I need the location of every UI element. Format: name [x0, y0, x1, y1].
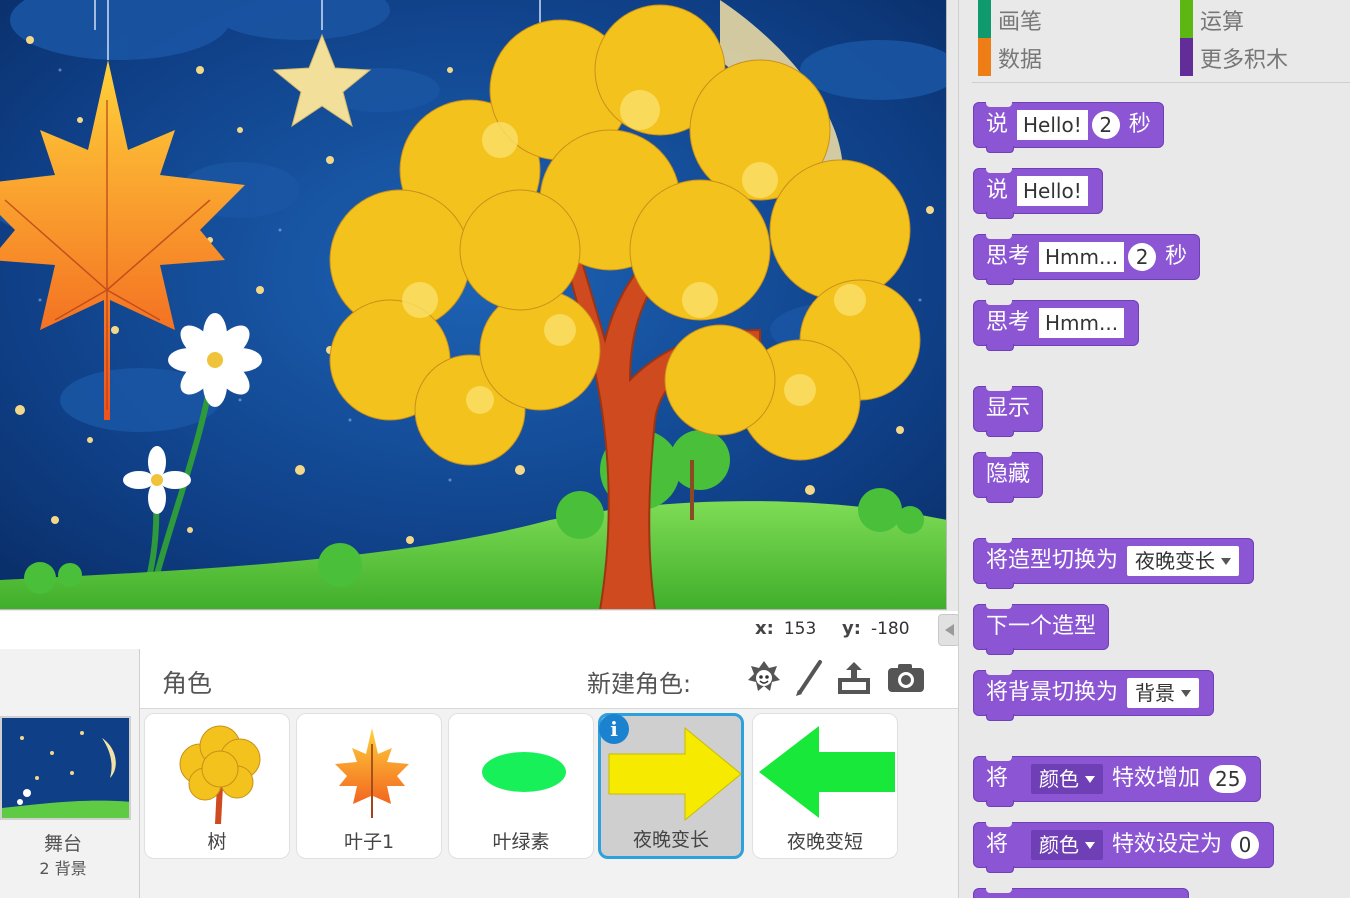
effect-dropdown[interactable]: 颜色: [1031, 764, 1104, 794]
backdrop-dropdown[interactable]: 背景: [1127, 678, 1200, 708]
sprite-name: 夜晚变短: [786, 831, 863, 853]
block-set-effect[interactable]: 将 颜色 特效设定为 0: [973, 822, 1275, 873]
sprites-title: 角色: [162, 669, 213, 698]
tree-sprite-thumbnail: [179, 725, 261, 824]
category-data[interactable]: 数据: [978, 38, 1043, 76]
sprite-name: 叶子1: [343, 831, 395, 853]
number-input[interactable]: 0: [1231, 831, 1260, 859]
category-label: 运算: [1200, 10, 1245, 35]
mouse-x-value: 153: [783, 619, 817, 639]
sprite-name: 夜晚变长: [632, 829, 709, 851]
mouse-x-label: x:: [755, 618, 774, 639]
block-say[interactable]: 说 Hello!: [973, 168, 1103, 219]
costume-dropdown[interactable]: 夜晚变长: [1127, 546, 1240, 576]
camera-icon[interactable]: [886, 658, 926, 698]
category-swatch: [978, 38, 991, 76]
block-change-effect[interactable]: 将 颜色 特效增加 25: [973, 756, 1262, 807]
collapse-palette-button[interactable]: [938, 614, 960, 646]
text-input[interactable]: Hello!: [1017, 176, 1088, 206]
number-input[interactable]: 2: [1128, 243, 1157, 271]
category-swatch: [1180, 38, 1193, 76]
block-text: 将背景切换为: [986, 680, 1119, 705]
category-label: 数据: [998, 48, 1043, 73]
sprite-card-chlorophyll[interactable]: 叶绿素: [448, 713, 594, 859]
block-text: 特效增加: [1112, 766, 1201, 791]
category-operators[interactable]: 运算: [1180, 0, 1245, 38]
sprite-info-icon[interactable]: i: [599, 714, 629, 744]
stage-backdrop-count: 2 背景: [39, 859, 87, 878]
category-swatch: [978, 0, 991, 38]
mouse-y-label: y:: [842, 618, 861, 639]
block-text: 秒: [1128, 112, 1151, 137]
category-label: 更多积木: [1200, 48, 1289, 73]
sprite-library-icon[interactable]: [744, 658, 784, 698]
stage-backdrop-scene: [0, 0, 946, 609]
block-text: 隐藏: [986, 462, 1031, 487]
text-input[interactable]: Hmm...: [1039, 242, 1125, 272]
block-text: 说: [986, 178, 1009, 203]
category-more-blocks[interactable]: 更多积木: [1180, 38, 1289, 76]
sprite-card-tree[interactable]: 树: [144, 713, 290, 859]
paint-brush-icon[interactable]: [790, 658, 830, 698]
block-text: 显示: [986, 396, 1031, 421]
block-text: 将: [986, 832, 1009, 857]
stage-label: 舞台: [43, 833, 82, 855]
upload-icon[interactable]: [834, 658, 874, 698]
mouse-y-value: -180: [870, 619, 910, 639]
maple-leaf-sprite-thumbnail: [335, 728, 409, 818]
block-hide[interactable]: 隐藏: [973, 452, 1044, 503]
sprite-card-leaf[interactable]: 叶子1: [296, 713, 442, 859]
category-pen[interactable]: 画笔: [978, 0, 1043, 38]
block-text: 特效设定为: [1112, 832, 1223, 857]
block-text: 说: [986, 112, 1009, 137]
sprite-card-night-longer[interactable]: i 夜晚变长: [598, 713, 744, 859]
text-input[interactable]: Hello!: [1017, 110, 1088, 140]
block-text: 秒: [1165, 244, 1188, 269]
block-text: 将: [986, 766, 1009, 791]
green-left-arrow-thumbnail: [759, 726, 895, 818]
category-swatch: [1180, 0, 1193, 38]
sprite-name: 叶绿素: [492, 831, 550, 853]
stage-canvas[interactable]: [0, 0, 947, 610]
text-input[interactable]: Hmm...: [1039, 308, 1125, 338]
block-text: 将造型切换为: [986, 548, 1119, 573]
block-text: 思考: [986, 310, 1031, 335]
mouse-x-readout: x: 153: [755, 618, 816, 639]
sprite-name: 树: [207, 831, 227, 853]
block-partial-next[interactable]: [973, 888, 1189, 898]
block-text: 思考: [986, 244, 1031, 269]
stage-thumbnail[interactable]: [0, 716, 131, 820]
number-input[interactable]: 2: [1091, 111, 1120, 139]
block-say-for-secs[interactable]: 说 Hello! 2 秒: [973, 102, 1164, 153]
block-text: 下一个造型: [986, 614, 1097, 639]
sprite-card-night-shorter[interactable]: 夜晚变短: [752, 713, 898, 859]
block-switch-costume[interactable]: 将造型切换为 夜晚变长: [973, 538, 1255, 589]
block-think-for-secs[interactable]: 思考 Hmm... 2 秒: [973, 234, 1201, 285]
number-input[interactable]: 25: [1209, 765, 1247, 793]
block-think[interactable]: 思考 Hmm...: [973, 300, 1140, 351]
mouse-y-readout: y: -180: [842, 618, 910, 639]
block-show[interactable]: 显示: [973, 386, 1044, 437]
scratch-editor: x: 153 y: -180 舞台 2 背景 角色 新建角色: 树 叶子1 叶绿…: [0, 0, 1350, 898]
block-switch-backdrop[interactable]: 将背景切换为 背景: [973, 670, 1215, 721]
green-ellipse-sprite-thumbnail: [482, 752, 566, 792]
new-sprite-label: 新建角色:: [587, 670, 692, 698]
block-next-costume[interactable]: 下一个造型: [973, 604, 1110, 655]
category-label: 画笔: [998, 10, 1043, 35]
stage-thumbnail-image: [2, 718, 129, 818]
category-divider: [972, 82, 1350, 83]
effect-dropdown[interactable]: 颜色: [1031, 830, 1104, 860]
